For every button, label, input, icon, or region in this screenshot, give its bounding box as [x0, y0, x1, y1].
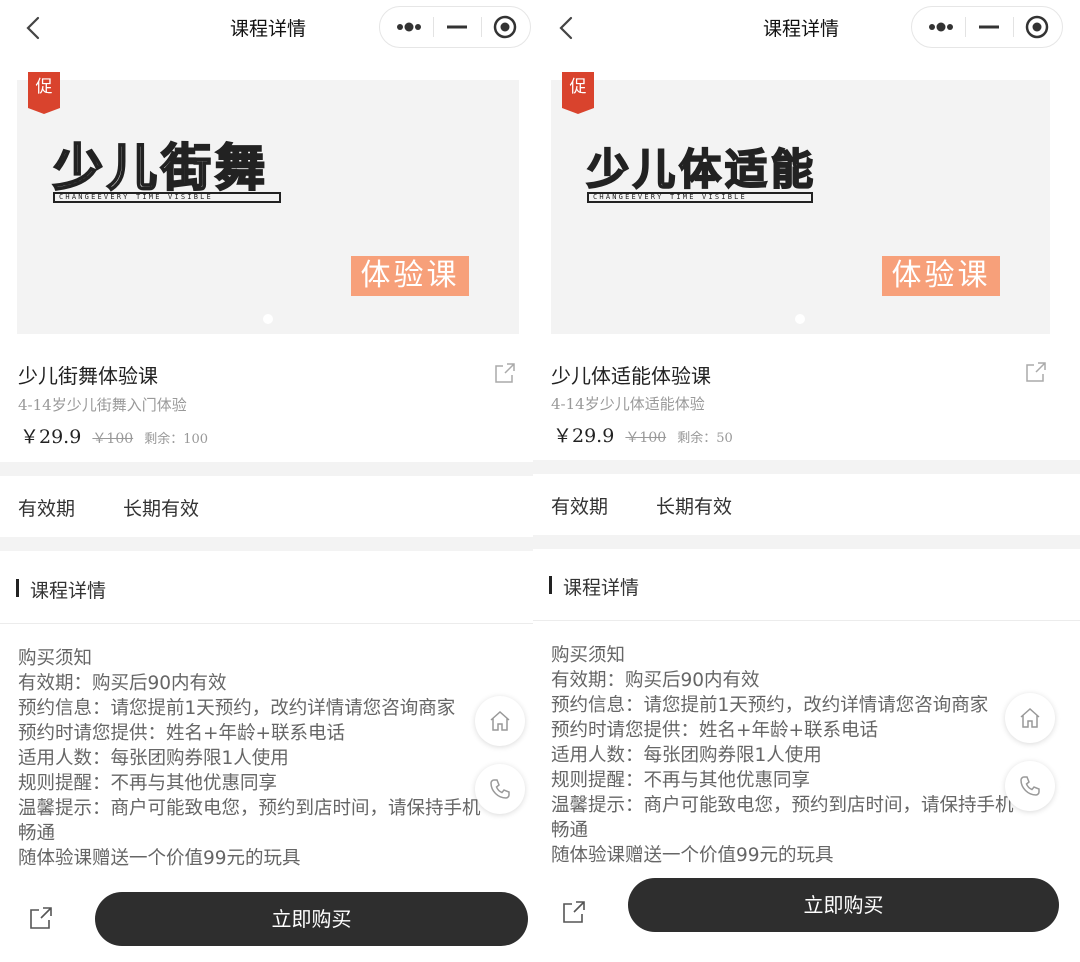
navigation-bar: 课程详情 [0, 0, 533, 56]
banner-title: 少儿体适能 [586, 144, 818, 195]
bottom-action-bar: 立即购买 [0, 884, 533, 962]
notice-line: 购买须知 [18, 648, 93, 669]
mini-program-capsule [379, 6, 531, 48]
page-title: 课程详情 [763, 18, 840, 40]
section-gap [0, 462, 533, 476]
mini-program-capsule [911, 6, 1063, 48]
current-price: ￥29.9 [553, 425, 615, 447]
notice-line: 随体验课赠送一个价值99元的玩具 [18, 848, 301, 869]
notice-line: 预约时请您提供：姓名+年龄+联系电话 [551, 720, 879, 741]
validity-value: 长期有效 [656, 496, 733, 518]
trial-class-tag: 体验课 [351, 256, 469, 296]
validity-row: 有效期 长期有效 [18, 494, 199, 521]
promo-badge: 促 [562, 72, 594, 114]
target-circle-icon [493, 15, 517, 39]
notice-line: 预约信息：请您提前1天预约，改约详情请您咨询商家 [551, 695, 989, 716]
validity-label: 有效期 [551, 496, 609, 518]
course-detail-panel-street-dance: 课程详情 少儿街舞 CHANGEEVERY TIME VISIBLE 体验课 促… [0, 0, 533, 962]
bottom-action-bar: 立即购买 [533, 878, 1080, 956]
validity-value: 长期有效 [123, 498, 200, 520]
banner-strip: CHANGEEVERY TIME VISIBLE [587, 192, 813, 203]
home-icon [490, 710, 510, 731]
notice-line: 有效期：购买后90内有效 [551, 670, 760, 691]
minus-icon [979, 25, 999, 29]
more-dots-icon [929, 22, 953, 32]
share-icon[interactable] [561, 899, 587, 925]
trial-class-tag: 体验课 [882, 256, 1000, 296]
notice-line: 预约信息：请您提前1天预约，改约详情请您咨询商家 [18, 698, 456, 719]
share-icon[interactable] [1024, 360, 1048, 384]
original-price: ￥100 [92, 431, 134, 447]
current-price: ￥29.9 [20, 426, 82, 448]
validity-row: 有效期 长期有效 [551, 492, 732, 519]
notice-line: 规则提醒：不再与其他优惠同享 [18, 773, 278, 794]
call-button[interactable] [1005, 761, 1055, 811]
remaining-count: 剩余：50 [677, 431, 733, 446]
notice-line: 有效期：购买后90内有效 [18, 673, 227, 694]
buy-now-button[interactable]: 立即购买 [628, 878, 1059, 932]
notice-line: 预约时请您提供：姓名+年龄+联系电话 [18, 723, 346, 744]
notice-line: 随体验课赠送一个价值99元的玩具 [551, 845, 834, 866]
course-banner[interactable]: 少儿体适能 CHANGEEVERY TIME VISIBLE 体验课 [551, 80, 1050, 334]
section-gap [533, 535, 1080, 549]
notice-line: 购买须知 [551, 645, 626, 666]
purchase-notice: 购买须知 有效期：购买后90内有效 预约信息：请您提前1天预约，改约详情请您咨询… [551, 643, 1014, 868]
carousel-indicator[interactable] [795, 314, 805, 324]
minimize-button[interactable] [964, 7, 1014, 47]
carousel-indicator[interactable] [263, 314, 273, 324]
target-circle-icon [1025, 15, 1049, 39]
close-button[interactable] [1012, 7, 1062, 47]
notice-line: 畅通 [18, 823, 56, 844]
course-subtitle: 4-14岁少儿体适能体验 [551, 395, 705, 413]
phone-icon [1020, 776, 1040, 796]
section-gap [533, 460, 1080, 474]
call-button[interactable] [475, 764, 525, 814]
share-icon[interactable] [493, 361, 517, 385]
page-title: 课程详情 [230, 18, 307, 40]
more-button[interactable] [916, 7, 966, 47]
home-icon [1020, 707, 1040, 728]
chevron-left-icon[interactable] [555, 15, 579, 41]
navigation-bar: 课程详情 [533, 0, 1080, 56]
course-detail-panel-fitness: 课程详情 少儿体适能 CHANGEEVERY TIME VISIBLE 体验课 … [533, 0, 1080, 962]
section-title: 课程详情 [549, 573, 639, 600]
notice-line: 温馨提示：商户可能致电您，预约到店时间，请保持手机 [18, 798, 481, 819]
divider [0, 623, 533, 624]
more-button[interactable] [384, 7, 434, 47]
home-button[interactable] [475, 696, 525, 746]
price-row: ￥29.9 ￥100 剩余：50 [553, 421, 733, 448]
chevron-left-icon[interactable] [22, 15, 46, 41]
course-name: 少儿街舞体验课 [18, 364, 158, 388]
home-button[interactable] [1005, 693, 1055, 743]
notice-line: 温馨提示：商户可能致电您，预约到店时间，请保持手机 [551, 795, 1014, 816]
course-name: 少儿体适能体验课 [551, 364, 711, 388]
share-icon[interactable] [28, 905, 54, 931]
course-banner[interactable]: 少儿街舞 CHANGEEVERY TIME VISIBLE 体验课 [17, 80, 519, 334]
section-title: 课程详情 [16, 576, 106, 603]
notice-line: 规则提醒：不再与其他优惠同享 [551, 770, 811, 791]
course-subtitle: 4-14岁少儿街舞入门体验 [18, 396, 187, 414]
remaining-count: 剩余：100 [144, 432, 209, 447]
validity-label: 有效期 [18, 498, 76, 520]
more-dots-icon [397, 22, 421, 32]
notice-line: 适用人数：每张团购券限1人使用 [551, 745, 822, 766]
phone-icon [490, 779, 510, 799]
section-gap [0, 537, 533, 551]
notice-line: 畅通 [551, 820, 589, 841]
close-button[interactable] [480, 7, 530, 47]
promo-badge: 促 [28, 72, 60, 114]
minus-icon [447, 25, 467, 29]
minimize-button[interactable] [432, 7, 482, 47]
purchase-notice: 购买须知 有效期：购买后90内有效 预约信息：请您提前1天预约，改约详情请您咨询… [18, 646, 481, 871]
notice-line: 适用人数：每张团购券限1人使用 [18, 748, 289, 769]
divider [533, 620, 1080, 621]
buy-now-button[interactable]: 立即购买 [95, 892, 528, 946]
banner-title: 少儿街舞 [52, 138, 269, 198]
price-row: ￥29.9 ￥100 剩余：100 [20, 422, 208, 449]
banner-strip: CHANGEEVERY TIME VISIBLE [53, 192, 281, 203]
original-price: ￥100 [625, 430, 667, 446]
